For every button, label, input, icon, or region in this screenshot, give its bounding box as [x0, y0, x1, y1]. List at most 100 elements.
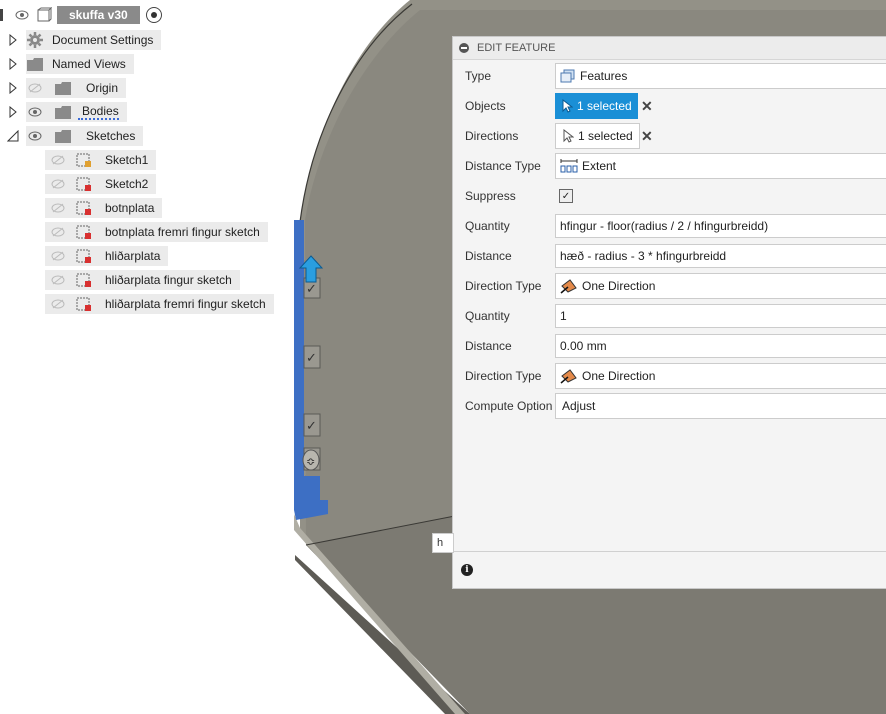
eye-hidden-icon[interactable] — [49, 249, 67, 263]
sketch-icon — [75, 273, 93, 287]
eye-hidden-icon[interactable] — [49, 225, 67, 239]
expand-triangle-icon[interactable] — [6, 57, 20, 71]
row-label: Compute Option — [465, 399, 553, 413]
directions-select-button[interactable]: 1 selected — [555, 123, 640, 149]
type-value: Features — [580, 69, 628, 83]
sketch-item[interactable]: botnplata — [45, 197, 163, 219]
expand-triangle-icon[interactable] — [6, 81, 20, 95]
dialog-title: EDIT FEATURE — [477, 42, 556, 54]
direction-type-1-dropdown[interactable]: One Direction — [555, 273, 886, 299]
one-direction-icon — [560, 279, 577, 294]
edit-feature-dialog: EDIT FEATURE Type Features Objects 1 sel… — [452, 36, 886, 589]
distance-1-input[interactable]: hæð - radius - 3 * hfingurbreidd — [555, 244, 886, 268]
distance-type-value: Extent — [582, 159, 617, 173]
row-quantity-2: Quantity 1 — [453, 301, 886, 331]
direction-type-2-dropdown[interactable]: One Direction — [555, 363, 886, 389]
row-distance-1: Distance hæð - radius - 3 * hfingurbreid… — [453, 241, 886, 271]
eye-icon[interactable] — [26, 105, 44, 119]
info-icon[interactable]: i — [461, 564, 473, 576]
sketch-label: Sketch1 — [105, 153, 149, 167]
root-component-label[interactable]: skuffa v30 — [57, 6, 140, 24]
eye-hidden-icon[interactable] — [26, 81, 44, 95]
dialog-header[interactable]: EDIT FEATURE — [453, 37, 886, 60]
type-dropdown[interactable]: Features — [555, 63, 886, 89]
distance-2-input[interactable]: 0.00 mm — [555, 334, 886, 358]
tree-item-label: Named Views — [52, 57, 126, 71]
sketch-item[interactable]: hliðarplata — [45, 245, 169, 267]
row-label: Distance Type — [465, 159, 541, 173]
row-distance-type: Distance Type Extent — [453, 151, 886, 181]
eye-hidden-icon[interactable] — [49, 201, 67, 215]
sketch-icon — [75, 249, 93, 263]
row-quantity-1: Quantity hfingur - floor(radius / 2 / hf… — [453, 211, 886, 241]
value-tooltip-fragment: h — [432, 533, 454, 553]
row-direction-type-2: Direction Type One Direction — [453, 361, 886, 391]
sketch-item[interactable]: hliðarplata fingur sketch — [45, 269, 240, 291]
row-direction-type-1: Direction Type One Direction — [453, 271, 886, 301]
suppress-checkbox[interactable]: ✓ — [559, 189, 573, 203]
root-row[interactable]: skuffa v30 — [0, 4, 162, 26]
quantity-1-input[interactable]: hfingur - floor(radius / 2 / hfingurbrei… — [555, 214, 886, 238]
objects-select-button[interactable]: 1 selected — [555, 93, 638, 119]
row-label: Quantity — [465, 309, 510, 323]
eye-icon[interactable] — [13, 8, 31, 22]
distance-type-dropdown[interactable]: Extent — [555, 153, 886, 179]
sketch-item[interactable]: Sketch2 — [45, 173, 157, 195]
one-direction-icon — [560, 369, 577, 384]
pattern-handle[interactable]: ≎ — [302, 449, 320, 471]
sketch-item[interactable]: botnplata fremri fingur sketch — [45, 221, 268, 243]
tree-item-origin[interactable]: Origin — [6, 77, 127, 99]
sketch-label: hliðarplata fingur sketch — [105, 273, 232, 287]
quantity-2-input[interactable]: 1 — [555, 304, 886, 328]
sketch-icon — [75, 177, 93, 191]
extent-icon — [560, 159, 578, 173]
activate-radio-icon[interactable] — [145, 7, 162, 23]
row-distance-2: Distance 0.00 mm — [453, 331, 886, 361]
sketch-icon — [75, 225, 93, 239]
eye-hidden-icon[interactable] — [49, 273, 67, 287]
row-compute-option: Compute Option Adjust — [453, 391, 886, 421]
directions-value: 1 selected — [578, 129, 633, 143]
component-icon — [35, 7, 53, 23]
svg-text:≎: ≎ — [306, 455, 315, 468]
expand-triangle-icon[interactable] — [6, 105, 20, 119]
sketch-label: hliðarplata fremri fingur sketch — [105, 297, 266, 311]
sketch-item[interactable]: hliðarplata fremri fingur sketch — [45, 293, 274, 315]
row-label: Directions — [465, 129, 519, 143]
tree-item-named-views[interactable]: Named Views — [6, 53, 134, 75]
tree-item-sketches[interactable]: Sketches — [6, 125, 144, 147]
cursor-icon — [563, 129, 574, 143]
svg-text:✓: ✓ — [306, 419, 317, 434]
clear-objects-icon[interactable]: ✕ — [641, 98, 653, 115]
row-directions: Directions 1 selected ✕ — [453, 121, 886, 151]
sketch-label: Sketch2 — [105, 177, 149, 191]
sketch-icon — [75, 201, 93, 215]
sketch-item[interactable]: Sketch1 — [45, 149, 157, 171]
eye-hidden-icon[interactable] — [49, 177, 67, 191]
sketch-label: botnplata — [105, 201, 155, 215]
sketch-label: hliðarplata — [105, 249, 161, 263]
folder-icon — [54, 129, 72, 143]
tree-item-bodies[interactable]: Bodies — [6, 101, 127, 123]
eye-hidden-icon[interactable] — [49, 153, 67, 167]
row-label: Distance — [465, 339, 512, 353]
row-label: Type — [465, 69, 492, 83]
svg-text:✓: ✓ — [306, 282, 317, 297]
gear-icon — [26, 32, 44, 48]
clear-directions-icon[interactable]: ✕ — [641, 128, 653, 145]
tree-item-label: Origin — [86, 81, 119, 95]
row-label: Quantity — [465, 219, 510, 233]
row-objects: Objects 1 selected ✕ — [453, 91, 886, 121]
compute-option-dropdown[interactable]: Adjust — [555, 393, 886, 419]
eye-icon[interactable] — [26, 129, 44, 143]
features-icon — [560, 69, 575, 83]
row-suppress: Suppress ✓ — [453, 181, 886, 211]
eye-hidden-icon[interactable] — [49, 297, 67, 311]
tree-item-label: Document Settings — [52, 33, 154, 47]
tree-item-label: Bodies — [78, 104, 119, 120]
collapse-icon[interactable] — [459, 43, 469, 53]
expand-triangle-icon[interactable] — [6, 33, 20, 47]
row-label: Suppress — [465, 189, 516, 203]
collapse-triangle-icon[interactable] — [6, 129, 20, 143]
tree-item-document-settings[interactable]: Document Settings — [6, 29, 162, 51]
